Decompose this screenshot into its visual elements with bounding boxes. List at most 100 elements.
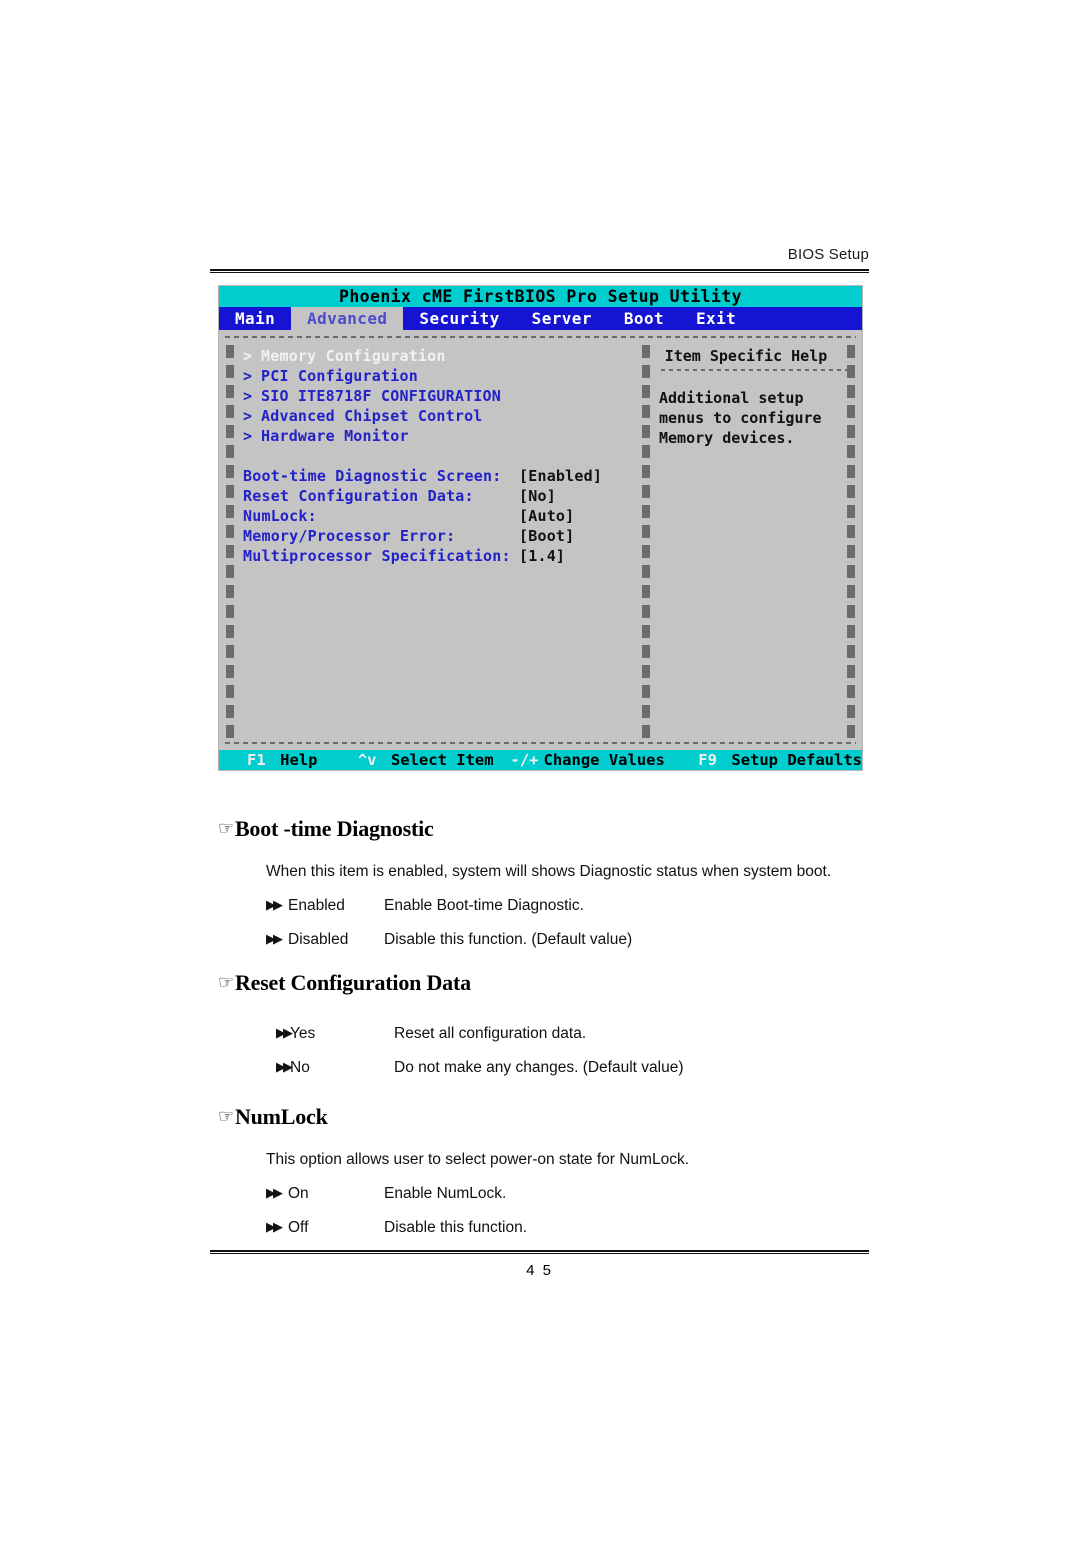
- help-line: menus to configure: [659, 409, 822, 427]
- page-header-label: BIOS Setup: [787, 246, 869, 263]
- setting-value[interactable]: [Enabled]: [519, 466, 639, 486]
- key-f1-action: Help: [280, 751, 318, 769]
- section-heading: ☞Boot -time Diagnostic: [218, 816, 878, 844]
- key-updown: ^v: [357, 751, 377, 769]
- option-name: Enabled: [288, 897, 345, 914]
- bios-key-help-bar: F1 Help ^v Select Item -/+ Change Values…: [219, 750, 863, 770]
- bios-setting-numlock[interactable]: NumLock: [Auto]: [243, 506, 639, 526]
- option-row: ▶▶ Enabled Enable Boot-time Diagnostic.: [266, 896, 878, 916]
- help-line: Memory devices.: [659, 429, 795, 447]
- setting-label: Multiprocessor Specification:: [243, 547, 511, 565]
- key-f9: F9: [698, 751, 717, 769]
- bios-body: > Memory Configuration > PCI Configurati…: [219, 330, 862, 750]
- section-reset-configuration-data: ☞Reset Configuration Data ▶▶ Yes Reset a…: [218, 970, 878, 1078]
- double-triangle-bullet-icon: ▶▶: [266, 932, 283, 947]
- setting-label: Boot-time Diagnostic Screen:: [243, 467, 502, 485]
- bios-setting-boot-time-diagnostic-screen[interactable]: Boot-time Diagnostic Screen: [Enabled]: [243, 466, 639, 486]
- setting-label: NumLock:: [243, 507, 317, 525]
- key-updown-action: Select Item: [390, 751, 494, 769]
- bios-submenu-hardware-monitor[interactable]: > Hardware Monitor: [243, 426, 639, 446]
- body-top-border: [225, 336, 856, 338]
- option-name: On: [288, 1185, 309, 1202]
- submenu-arrow-icon: >: [243, 367, 253, 385]
- help-pane-title: Item Specific Help: [664, 347, 828, 365]
- submenu-label: Hardware Monitor: [261, 427, 409, 445]
- body-middle-divider: [642, 342, 650, 738]
- menu-bar-filler: [752, 307, 862, 330]
- bios-tab-boot[interactable]: Boot: [608, 307, 680, 330]
- option-description: Disable this function. (Default value): [384, 931, 633, 948]
- bios-menu-bar: Main Advanced Security Server Boot Exit: [219, 307, 862, 330]
- body-bottom-border: [225, 742, 856, 744]
- bios-tab-advanced[interactable]: Advanced: [291, 307, 404, 330]
- pointing-hand-icon: ☞: [218, 972, 234, 993]
- setting-value[interactable]: [No]: [519, 486, 639, 506]
- option-name: Yes: [290, 1025, 316, 1042]
- option-name: Disabled: [288, 931, 349, 948]
- submenu-label: SIO ITE8718F CONFIGURATION: [261, 387, 501, 405]
- pointing-hand-icon: ☞: [218, 818, 234, 839]
- bios-submenu-advanced-chipset-control[interactable]: > Advanced Chipset Control: [243, 406, 639, 426]
- key-help-row-1: F1 Help ^v Select Item -/+ Change Values…: [219, 750, 863, 770]
- page-footer: 4 5: [210, 1250, 869, 1280]
- option-row: ▶▶ Disabled Disable this function. (Defa…: [266, 930, 878, 950]
- bios-submenu-sio-configuration[interactable]: > SIO ITE8718F CONFIGURATION: [243, 386, 639, 406]
- section-description: This option allows user to select power-…: [266, 1151, 689, 1168]
- bios-submenu-pci-configuration[interactable]: > PCI Configuration: [243, 366, 639, 386]
- setting-value[interactable]: [Auto]: [519, 506, 639, 526]
- double-triangle-bullet-icon: ▶▶: [276, 1026, 293, 1041]
- section-numlock: ☞NumLock This option allows user to sele…: [218, 1104, 878, 1238]
- bios-setting-memory-processor-error[interactable]: Memory/Processor Error: [Boot]: [243, 526, 639, 546]
- body-left-border: [226, 342, 234, 738]
- option-description: Reset all configuration data.: [394, 1025, 587, 1042]
- double-triangle-bullet-icon: ▶▶: [276, 1060, 293, 1075]
- section-description: When this item is enabled, system will s…: [266, 863, 832, 880]
- option-description: Do not make any changes. (Default value): [394, 1059, 684, 1076]
- bios-setting-reset-configuration-data[interactable]: Reset Configuration Data: [No]: [243, 486, 639, 506]
- key-minus-plus-action: Change Values: [543, 751, 665, 769]
- help-pane-text: Additional setup menus to configure Memo…: [659, 388, 849, 448]
- bios-tab-main[interactable]: Main: [219, 307, 291, 330]
- key-f9-action: Setup Defaults: [731, 751, 863, 769]
- bios-setting-multiprocessor-specification[interactable]: Multiprocessor Specification: [1.4]: [243, 546, 639, 566]
- bios-settings-pane: > Memory Configuration > PCI Configurati…: [243, 346, 639, 566]
- item-specific-help-pane: Item Specific Help Additional setup menu…: [659, 346, 849, 448]
- option-row: ▶▶ On Enable NumLock.: [266, 1184, 878, 1204]
- setting-value[interactable]: [1.4]: [519, 546, 639, 566]
- footer-divider: [210, 1250, 869, 1254]
- bios-tab-security[interactable]: Security: [403, 307, 515, 330]
- setting-label: Memory/Processor Error:: [243, 527, 456, 545]
- double-triangle-bullet-icon: ▶▶: [266, 898, 283, 913]
- option-name: No: [290, 1059, 310, 1076]
- bios-submenu-memory-configuration[interactable]: > Memory Configuration: [243, 346, 639, 366]
- option-row: ▶▶ Yes Reset all configuration data.: [276, 1024, 878, 1044]
- section-heading-text: Reset Configuration Data: [234, 970, 471, 995]
- help-pane-divider: [661, 369, 847, 371]
- bios-tab-exit[interactable]: Exit: [680, 307, 752, 330]
- bios-title-bar: Phoenix cME FirstBIOS Pro Setup Utility: [219, 286, 862, 307]
- submenu-label: Advanced Chipset Control: [261, 407, 483, 425]
- setting-label: Reset Configuration Data:: [243, 487, 474, 505]
- section-heading: ☞NumLock: [218, 1104, 878, 1132]
- page-header: BIOS Setup: [210, 246, 869, 273]
- submenu-label: PCI Configuration: [261, 367, 418, 385]
- key-f1: F1: [247, 751, 266, 769]
- settings-spacer: [243, 446, 639, 466]
- header-divider: [210, 269, 869, 273]
- setting-value[interactable]: [Boot]: [519, 526, 639, 546]
- key-minus-plus: -/+: [510, 751, 539, 769]
- pointing-hand-icon: ☞: [218, 1106, 234, 1127]
- double-triangle-bullet-icon: ▶▶: [266, 1186, 283, 1201]
- submenu-label: Memory Configuration: [261, 347, 446, 365]
- submenu-arrow-icon: >: [243, 387, 253, 405]
- submenu-arrow-icon: >: [243, 347, 253, 365]
- page-number: 4 5: [526, 1262, 553, 1279]
- option-name: Off: [288, 1219, 309, 1236]
- section-heading-text: NumLock: [234, 1104, 328, 1129]
- option-description: Enable Boot-time Diagnostic.: [384, 897, 584, 914]
- bios-tab-server[interactable]: Server: [516, 307, 608, 330]
- section-boot-time-diagnostic: ☞Boot -time Diagnostic When this item is…: [218, 816, 878, 950]
- section-heading: ☞Reset Configuration Data: [218, 970, 878, 998]
- option-row: ▶▶ No Do not make any changes. (Default …: [276, 1058, 878, 1078]
- option-description: Disable this function.: [384, 1219, 528, 1236]
